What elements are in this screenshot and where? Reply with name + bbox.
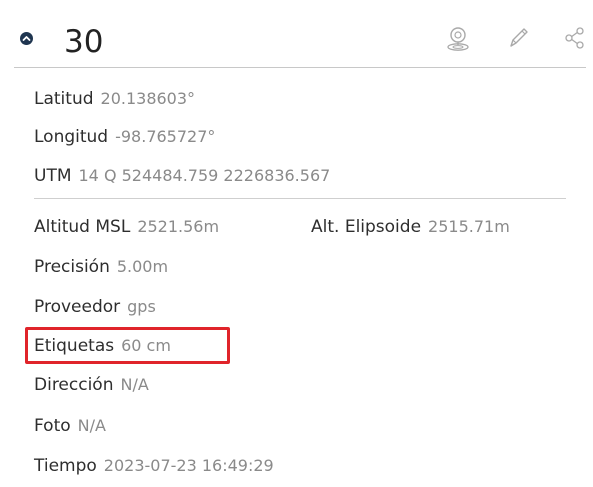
precision-row: Precisión 5.00m	[34, 255, 168, 279]
ellipsoid-altitude-value: 2515.71m	[428, 217, 510, 236]
longitude-value: -98.765727°	[115, 127, 216, 146]
section-divider	[34, 198, 566, 199]
precision-label: Precisión	[34, 257, 110, 277]
latitude-label: Latitud	[34, 89, 94, 109]
altitude-msl-row: Altitud MSL 2521.56m	[34, 215, 219, 239]
altitude-msl-label: Altitud MSL	[34, 217, 131, 237]
collapse-button[interactable]	[20, 32, 33, 45]
photo-label: Foto	[34, 416, 71, 436]
tags-label: Etiquetas	[34, 336, 115, 356]
longitude-row: Longitud -98.765727°	[34, 125, 215, 149]
longitude-label: Longitud	[34, 127, 109, 147]
utm-row: UTM 14 Q 524484.759 2226836.567	[34, 164, 330, 188]
altitude-msl-value: 2521.56m	[137, 217, 220, 236]
precision-value: 5.00m	[116, 257, 169, 276]
provider-value: gps	[127, 297, 156, 316]
tags-value: 60 cm	[121, 336, 171, 355]
latitude-row: Latitud 20.138603°	[34, 87, 195, 111]
utm-label: UTM	[34, 166, 72, 186]
time-label: Tiempo	[34, 456, 97, 476]
point-header: 30	[0, 0, 593, 72]
utm-value: 14 Q 524484.759 2226836.567	[78, 166, 331, 185]
point-title: 30	[64, 24, 104, 60]
share-icon[interactable]	[563, 25, 587, 51]
location-pin-icon[interactable]	[445, 25, 471, 53]
ellipsoid-altitude-label: Alt. Elipsoide	[311, 217, 422, 237]
header-divider	[14, 67, 586, 68]
pencil-icon[interactable]	[506, 25, 530, 51]
time-row: Tiempo 2023-07-23 16:49:29	[34, 454, 274, 478]
address-label: Dirección	[34, 375, 114, 395]
provider-row: Proveedor gps	[34, 295, 156, 319]
time-value: 2023-07-23 16:49:29	[103, 456, 274, 475]
chevron-up-icon	[22, 36, 31, 41]
address-row: Dirección N/A	[34, 373, 149, 397]
latitude-value: 20.138603°	[100, 89, 196, 108]
tags-row: Etiquetas 60 cm	[34, 334, 171, 358]
address-value: N/A	[120, 375, 149, 394]
photo-row: Foto N/A	[34, 414, 106, 438]
ellipsoid-altitude-row: Alt. Elipsoide 2515.71m	[311, 215, 510, 239]
provider-label: Proveedor	[34, 297, 121, 317]
photo-value: N/A	[77, 416, 106, 435]
